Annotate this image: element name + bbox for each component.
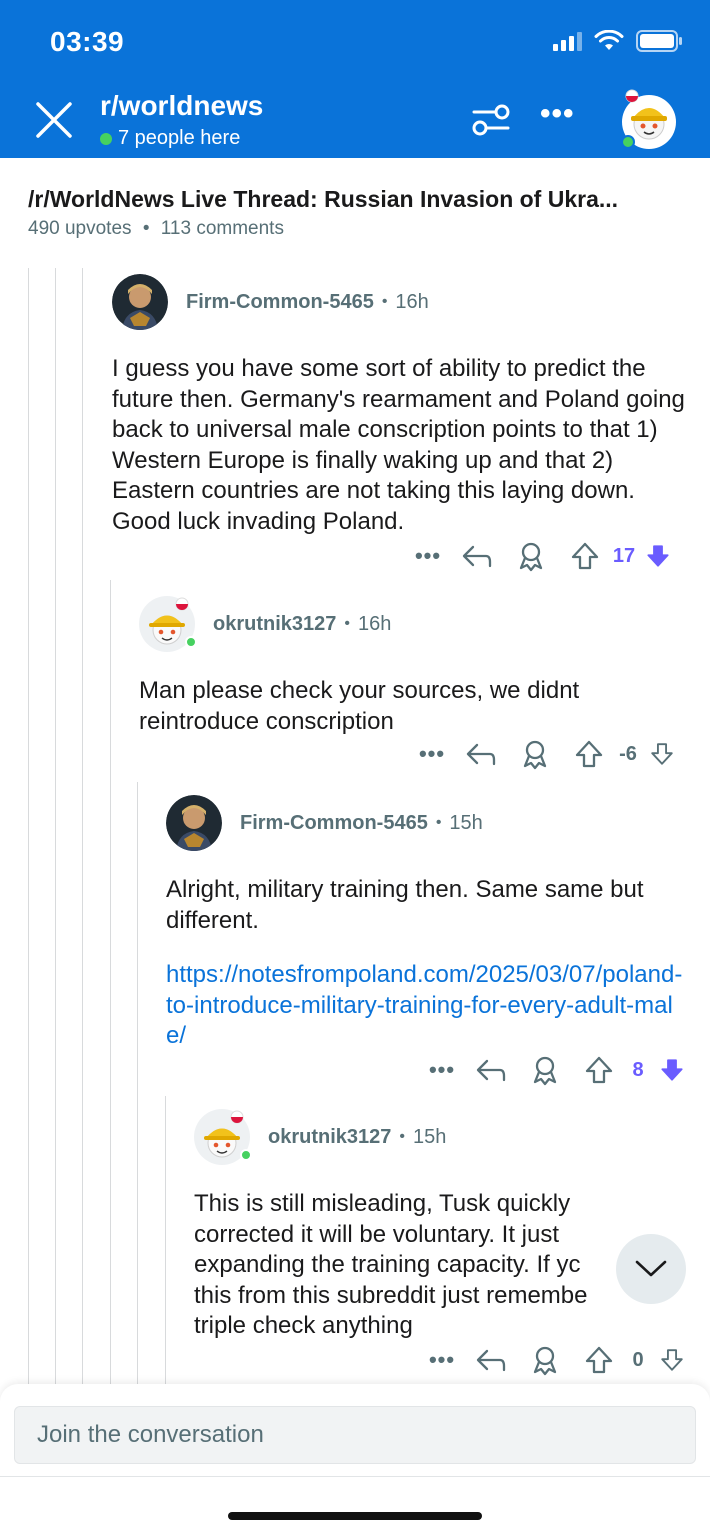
comment-link[interactable]: https://notesfrompoland.com/2025/03/07/p… [166,960,686,1052]
award-icon[interactable] [518,1344,572,1376]
upvote-icon[interactable] [572,1344,626,1376]
upvote-icon[interactable] [572,1054,626,1086]
close-icon[interactable] [34,100,74,140]
award-icon[interactable] [508,738,562,770]
meta-separator: • [142,218,150,239]
comment-actions: ••• 0 [420,1344,694,1376]
divider [0,1476,710,1477]
comment-time: 15h [449,811,483,834]
comment-author[interactable]: okrutnik3127 [213,613,336,636]
vote-count: -6 [619,742,637,765]
vote-count: 8 [632,1058,644,1081]
thread-line[interactable] [137,782,138,1384]
downvote-icon[interactable] [640,738,684,770]
reply-icon[interactable] [454,738,508,770]
chevron-down-icon [635,1260,667,1277]
more-options-button[interactable]: ••• [540,99,575,129]
online-dot [240,1149,252,1161]
award-icon[interactable] [518,1054,572,1086]
post-meta: 490 upvotes • 113 comments [28,218,284,240]
thread-line[interactable] [110,580,111,1384]
vote-count: 17 [612,544,636,567]
downvote-icon[interactable] [650,1054,694,1086]
award-icon[interactable] [504,540,558,572]
downvote-icon[interactable] [636,540,680,572]
user-avatar[interactable] [618,88,680,150]
wifi-icon [594,30,624,50]
meta-separator: • [435,814,442,831]
online-count: 7 people here [100,127,240,150]
meta-separator: • [344,615,350,632]
reply-icon[interactable] [464,1344,518,1376]
comment: okrutnik3127 • 15h This is still mislead… [194,1109,684,1342]
comment-actions: ••• 8 [420,1054,694,1086]
comment-author[interactable]: Firm-Common-5465 [240,812,428,835]
avatar[interactable] [166,795,222,851]
thread-line[interactable] [55,268,56,1384]
thread-line[interactable] [28,268,29,1384]
post-title[interactable]: /r/WorldNews Live Thread: Russian Invasi… [28,186,698,213]
reply-icon[interactable] [464,1054,518,1086]
top-bar: 03:39 r/worldnews 7 people here ••• [0,0,710,158]
comment-actions: ••• -6 [410,738,684,770]
online-label: 7 people here [118,127,241,149]
post-comment-count: 113 comments [160,218,284,239]
comment-author[interactable]: okrutnik3127 [268,1126,391,1149]
comment-body: This is still misleading, Tusk quickly c… [194,1190,588,1339]
comment-time: 16h [395,290,429,313]
online-dot [185,636,197,648]
avatar[interactable] [139,596,197,652]
online-dot [100,132,112,145]
comment: Firm-Common-5465 • 16h I guess you have … [112,274,692,537]
avatar[interactable] [112,274,168,330]
comment: Firm-Common-5465 • 15h Alright, military… [166,795,686,1052]
vote-count: 0 [632,1348,644,1371]
status-icons [553,30,682,52]
avatar[interactable] [194,1109,252,1165]
upvote-icon[interactable] [558,540,612,572]
subreddit-name[interactable]: r/worldnews [100,90,263,122]
scroll-next-button[interactable] [616,1234,686,1304]
status-time: 03:39 [50,26,125,57]
comment-body: Alright, military training then. Same sa… [166,876,644,934]
join-conversation-input[interactable]: Join the conversation [14,1406,696,1464]
comment-time: 16h [358,612,392,635]
comment-author[interactable]: Firm-Common-5465 [186,291,374,314]
sort-filter-icon[interactable] [470,100,512,140]
battery-icon [636,30,682,52]
comment-more-button[interactable]: ••• [420,1057,464,1083]
comment-more-button[interactable]: ••• [410,741,454,767]
comment-actions: ••• 17 [406,540,680,572]
upvote-icon[interactable] [562,738,616,770]
comment-body: I guess you have some sort of ability to… [112,355,685,535]
meta-separator: • [381,293,388,310]
downvote-icon[interactable] [650,1344,694,1376]
comment: okrutnik3127 • 16h Man please check your… [139,596,689,737]
comment-more-button[interactable]: ••• [406,543,450,569]
comment-body: Man please check your sources, we didnt … [139,677,580,735]
meta-separator: • [399,1128,405,1145]
reply-icon[interactable] [450,540,504,572]
comment-time: 15h [413,1125,447,1148]
comment-more-button[interactable]: ••• [420,1347,464,1373]
home-indicator[interactable] [228,1512,482,1520]
thread-line[interactable] [82,268,83,1384]
post-upvotes: 490 upvotes [28,218,132,239]
signal-icon [553,31,582,51]
thread-line[interactable] [165,1096,166,1384]
